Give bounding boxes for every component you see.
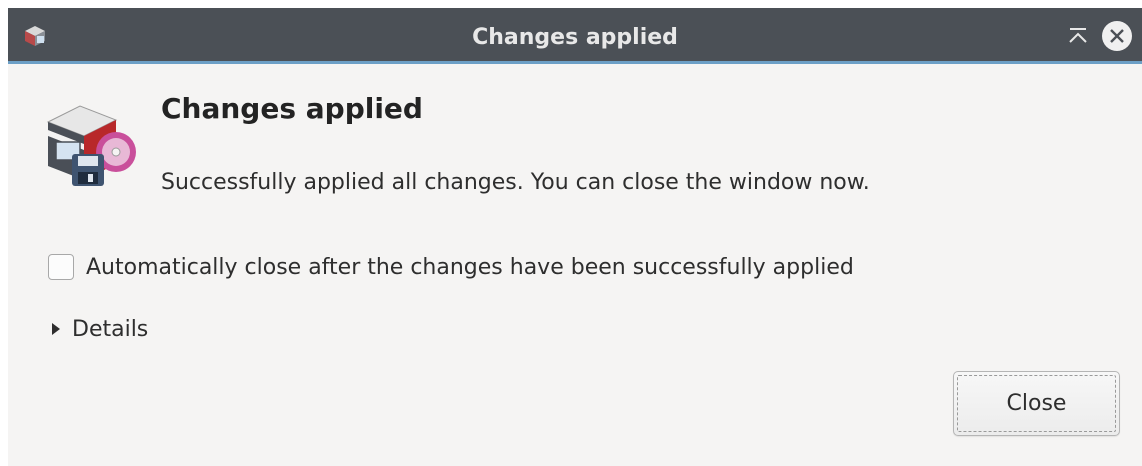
window-title: Changes applied <box>472 25 678 50</box>
details-expander[interactable]: Details <box>52 314 148 344</box>
details-label[interactable]: Details <box>72 317 148 342</box>
software-install-icon <box>46 105 136 186</box>
dialog-message: Successfully applied all changes. You ca… <box>161 170 870 195</box>
auto-close-checkbox[interactable] <box>48 254 74 280</box>
window-close-button[interactable] <box>1102 21 1132 51</box>
window-close-icon <box>1110 29 1124 43</box>
close-button[interactable]: Close <box>953 371 1120 436</box>
auto-close-label[interactable]: Automatically close after the changes ha… <box>86 255 854 280</box>
auto-close-option[interactable]: Automatically close after the changes ha… <box>48 252 854 282</box>
dialog-window: Changes applied Changes applied Successf… <box>8 8 1142 466</box>
expand-arrow-icon[interactable] <box>52 323 60 335</box>
dialog-heading: Changes applied <box>161 92 423 125</box>
close-button-label: Close <box>1006 391 1067 416</box>
titlebar[interactable]: Changes applied <box>8 8 1142 64</box>
keep-above-icon[interactable] <box>1064 22 1092 50</box>
